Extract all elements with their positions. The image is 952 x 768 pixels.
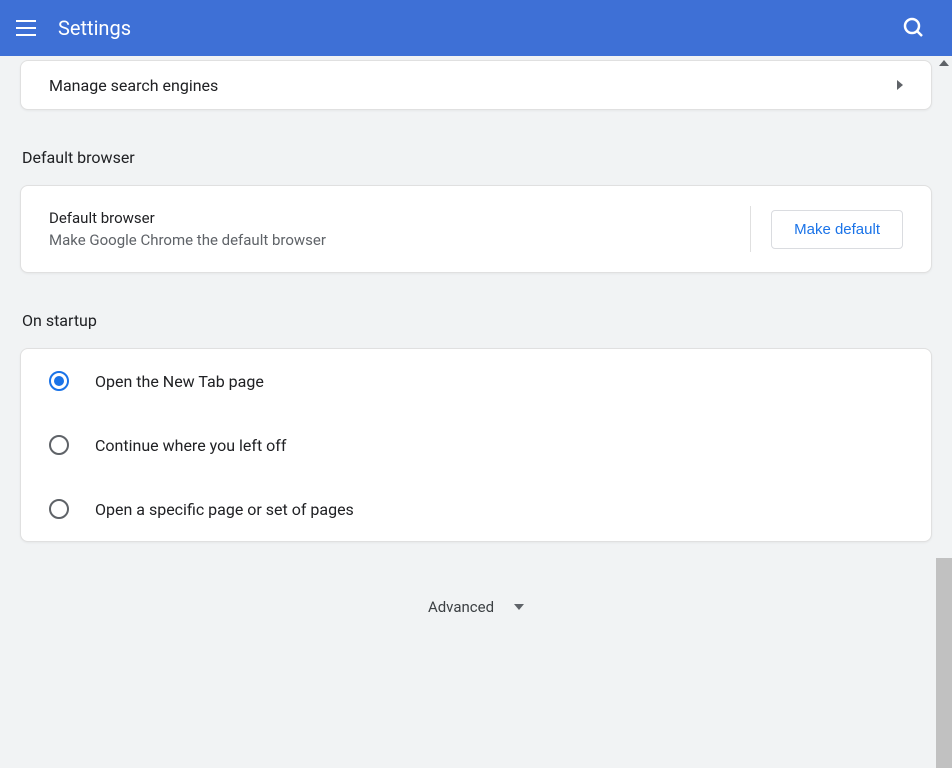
content-area: Manage search engines Default browser De… xyxy=(0,56,952,768)
default-browser-row: Default browser Make Google Chrome the d… xyxy=(21,186,931,272)
default-browser-section-title: Default browser xyxy=(22,148,932,167)
make-default-button[interactable]: Make default xyxy=(771,210,903,249)
advanced-toggle[interactable]: Advanced xyxy=(20,558,932,676)
menu-icon[interactable] xyxy=(16,16,40,40)
default-browser-title: Default browser xyxy=(49,209,750,227)
startup-card: Open the New Tab page Continue where you… xyxy=(20,348,932,542)
search-engine-card: Manage search engines xyxy=(20,60,932,110)
manage-search-engines-label: Manage search engines xyxy=(49,76,218,95)
startup-option-specific[interactable]: Open a specific page or set of pages xyxy=(21,477,931,541)
search-icon[interactable] xyxy=(902,16,926,40)
default-browser-text: Default browser Make Google Chrome the d… xyxy=(49,209,750,249)
default-browser-card: Default browser Make Google Chrome the d… xyxy=(20,185,932,273)
caret-down-icon xyxy=(514,604,524,610)
manage-search-engines-row[interactable]: Manage search engines xyxy=(21,61,931,109)
default-browser-subtitle: Make Google Chrome the default browser xyxy=(49,231,750,249)
chevron-right-icon xyxy=(897,80,903,90)
radio-unchecked-icon[interactable] xyxy=(49,499,69,519)
startup-new-tab-label: Open the New Tab page xyxy=(95,372,264,391)
scrollbar-thumb[interactable] xyxy=(936,558,952,768)
divider xyxy=(750,206,751,252)
startup-section-title: On startup xyxy=(22,311,932,330)
radio-checked-icon[interactable] xyxy=(49,371,69,391)
radio-unchecked-icon[interactable] xyxy=(49,435,69,455)
app-header: Settings xyxy=(0,0,952,56)
startup-specific-label: Open a specific page or set of pages xyxy=(95,500,354,519)
startup-continue-label: Continue where you left off xyxy=(95,436,286,455)
page-title: Settings xyxy=(58,16,902,40)
startup-option-new-tab[interactable]: Open the New Tab page xyxy=(21,349,931,413)
scroll-up-arrow-icon[interactable] xyxy=(939,60,949,66)
advanced-label: Advanced xyxy=(428,598,494,616)
startup-option-continue[interactable]: Continue where you left off xyxy=(21,413,931,477)
